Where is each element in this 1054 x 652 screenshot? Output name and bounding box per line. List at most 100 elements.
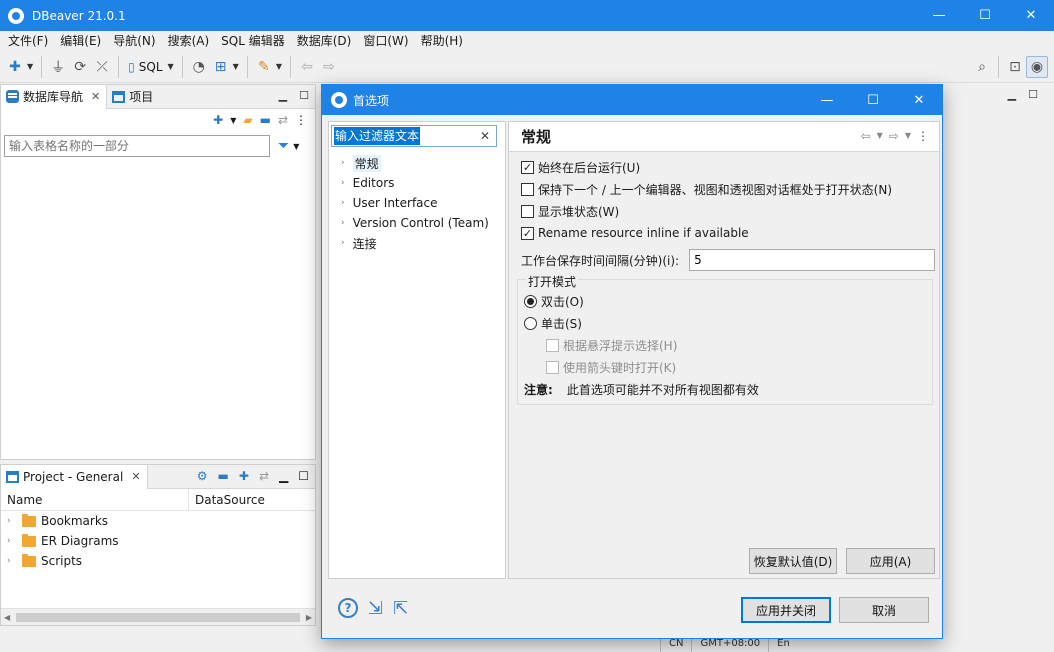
dialog-maximize-button[interactable]: ☐ bbox=[850, 85, 896, 115]
horizontal-scrollbar[interactable]: ◀ ▶ bbox=[1, 608, 315, 625]
menu-window[interactable]: 窗口(W) bbox=[357, 31, 414, 51]
dialog-minimize-button[interactable]: — bbox=[804, 85, 850, 115]
back-dropdown-icon[interactable]: ▼ bbox=[877, 129, 883, 143]
cancel-button[interactable]: 取消 bbox=[839, 597, 929, 623]
new-connection-icon[interactable]: ✚ bbox=[213, 113, 223, 127]
checkbox-checked-icon[interactable]: ✓ bbox=[521, 226, 534, 240]
tab-database-navigator[interactable]: 数据库导航 ✕ bbox=[1, 84, 108, 109]
new-connection-dropdown-icon[interactable]: ▼ bbox=[230, 116, 236, 125]
menu-help[interactable]: 帮助(H) bbox=[415, 31, 469, 51]
maximize-view-icon[interactable]: ☐ bbox=[299, 89, 309, 102]
tab-project-general[interactable]: Project - General ✕ bbox=[1, 464, 148, 489]
checkbox-show-heap-status[interactable]: 显示堆状态(W) bbox=[509, 200, 939, 222]
back-arrow-icon[interactable]: ⇦ bbox=[861, 129, 871, 143]
disconnect-icon[interactable]: ⤫ bbox=[91, 56, 113, 78]
tree-item-user-interface[interactable]: › User Interface bbox=[329, 193, 505, 213]
open-perspective-icon[interactable]: ⊡ bbox=[1004, 56, 1026, 78]
maximize-view-icon[interactable]: ☐ bbox=[1028, 88, 1038, 101]
view-menu-icon[interactable]: ⋮ bbox=[295, 113, 307, 127]
list-item[interactable]: › Scripts bbox=[1, 551, 315, 571]
connect-icon[interactable]: ⏚ bbox=[47, 56, 69, 78]
configure-gear-icon[interactable]: ⚙ bbox=[197, 469, 208, 483]
expand-icon[interactable]: ✚ bbox=[239, 469, 249, 483]
expand-arrow-icon[interactable]: › bbox=[341, 178, 345, 188]
tree-item-editors[interactable]: › Editors bbox=[329, 173, 505, 193]
scroll-right-icon[interactable]: ▶ bbox=[306, 613, 312, 622]
save-interval-input[interactable] bbox=[689, 249, 936, 271]
menu-database[interactable]: 数据库(D) bbox=[291, 31, 358, 51]
checkbox-open-with-arrow-keys[interactable]: 使用箭头键时打开(K) bbox=[518, 356, 932, 378]
sql-editor-button[interactable]: ▯ SQL bbox=[124, 60, 166, 74]
dbeaver-perspective-icon[interactable]: ◉ bbox=[1026, 56, 1048, 78]
list-item[interactable]: › ER Diagrams bbox=[1, 531, 315, 551]
checkbox-disabled-icon[interactable] bbox=[546, 338, 559, 352]
close-tab-icon[interactable]: ✕ bbox=[131, 470, 140, 483]
tools-dropdown-icon[interactable]: ▼ bbox=[276, 62, 282, 71]
invalidate-icon[interactable]: ⟳ bbox=[69, 56, 91, 78]
apply-button[interactable]: 应用(A) bbox=[846, 548, 935, 574]
column-datasource-header[interactable]: DataSource bbox=[189, 493, 265, 507]
minimize-view-icon[interactable]: ▁ bbox=[279, 469, 288, 483]
collapse-icon[interactable]: ▬ bbox=[218, 469, 229, 483]
filter-icon[interactable]: ⏷ bbox=[278, 138, 289, 154]
checkbox-checked-icon[interactable]: ✓ bbox=[521, 160, 534, 174]
tree-item-connections[interactable]: › 连接 bbox=[329, 233, 505, 253]
expand-arrow-icon[interactable]: › bbox=[341, 238, 345, 248]
close-button[interactable]: ✕ bbox=[1008, 0, 1054, 31]
expand-arrow-icon[interactable]: › bbox=[341, 198, 345, 208]
checkbox-unchecked-icon[interactable] bbox=[521, 204, 534, 218]
filter-dropdown-icon[interactable]: ▼ bbox=[293, 142, 299, 151]
new-connection-dropdown-icon[interactable]: ▼ bbox=[27, 62, 33, 71]
checkbox-unchecked-icon[interactable] bbox=[521, 182, 534, 196]
maximize-button[interactable]: ☐ bbox=[962, 0, 1008, 31]
scroll-left-icon[interactable]: ◀ bbox=[4, 613, 10, 622]
forward-arrow-icon[interactable]: ⇨ bbox=[889, 129, 899, 143]
sql-dropdown-icon[interactable]: ▼ bbox=[168, 62, 174, 71]
expand-arrow-icon[interactable]: › bbox=[7, 556, 17, 566]
menu-file[interactable]: 文件(F) bbox=[2, 31, 54, 51]
tools-icon[interactable]: ✎ bbox=[253, 56, 275, 78]
help-icon[interactable]: ? bbox=[338, 598, 358, 618]
clear-filter-icon[interactable]: ✕ bbox=[480, 129, 490, 143]
export-icon[interactable]: ⇱ bbox=[393, 598, 408, 619]
minimize-button[interactable]: — bbox=[916, 0, 962, 31]
checkbox-select-on-hover[interactable]: 根据悬浮提示选择(H) bbox=[518, 334, 932, 356]
close-tab-icon[interactable]: ✕ bbox=[91, 90, 100, 103]
minimize-view-icon[interactable]: ▁ bbox=[1008, 88, 1016, 101]
new-connection-icon[interactable]: ✚ bbox=[4, 56, 26, 78]
menu-sql-editor[interactable]: SQL 编辑器 bbox=[215, 31, 291, 51]
navigator-filter-input[interactable] bbox=[4, 135, 270, 157]
tree-item-version-control[interactable]: › Version Control (Team) bbox=[329, 213, 505, 233]
expand-arrow-icon[interactable]: › bbox=[341, 218, 345, 228]
transaction-mode-icon[interactable]: ⊞ bbox=[210, 56, 232, 78]
collapse-all-icon[interactable]: ▬ bbox=[260, 113, 271, 127]
filter-text[interactable]: 输入过滤器文本 bbox=[334, 127, 421, 145]
checkbox-keep-switcher-open[interactable]: 保持下一个 / 上一个编辑器、视图和透视图对话框处于打开状态(N) bbox=[509, 178, 939, 200]
radio-selected-icon[interactable] bbox=[524, 294, 537, 308]
expand-arrow-icon[interactable]: › bbox=[341, 158, 345, 168]
link-with-editor-icon[interactable]: ⇄ bbox=[278, 113, 288, 127]
radio-single-click[interactable]: 单击(S) bbox=[518, 312, 932, 334]
apply-and-close-button[interactable]: 应用并关闭 bbox=[741, 597, 831, 623]
search-icon[interactable]: ⌕ bbox=[971, 56, 993, 78]
restore-defaults-button[interactable]: 恢复默认值(D) bbox=[749, 548, 837, 574]
import-icon[interactable]: ⇲ bbox=[368, 598, 383, 619]
expand-arrow-icon[interactable]: › bbox=[7, 516, 17, 526]
menu-edit[interactable]: 编辑(E) bbox=[54, 31, 107, 51]
list-item[interactable]: › Bookmarks bbox=[1, 511, 315, 531]
checkbox-run-in-background[interactable]: ✓ 始终在后台运行(U) bbox=[509, 156, 939, 178]
checkbox-disabled-icon[interactable] bbox=[546, 360, 559, 374]
transaction-dropdown-icon[interactable]: ▼ bbox=[233, 62, 239, 71]
maximize-view-icon[interactable]: ☐ bbox=[298, 469, 309, 483]
tab-projects[interactable]: 项目 bbox=[107, 85, 159, 109]
scrollbar-thumb[interactable] bbox=[16, 613, 300, 622]
radio-unselected-icon[interactable] bbox=[524, 316, 537, 330]
dashboard-icon[interactable]: ◔ bbox=[188, 56, 210, 78]
expand-arrow-icon[interactable]: › bbox=[7, 536, 17, 546]
forward-dropdown-icon[interactable]: ▼ bbox=[905, 129, 911, 143]
minimize-view-icon[interactable]: ▁ bbox=[279, 89, 287, 102]
checkbox-rename-inline[interactable]: ✓ Rename resource inline if available bbox=[509, 222, 939, 244]
dialog-close-button[interactable]: ✕ bbox=[896, 85, 942, 115]
back-arrow-icon[interactable]: ⇦ bbox=[296, 56, 318, 78]
menu-search[interactable]: 搜索(A) bbox=[162, 31, 216, 51]
